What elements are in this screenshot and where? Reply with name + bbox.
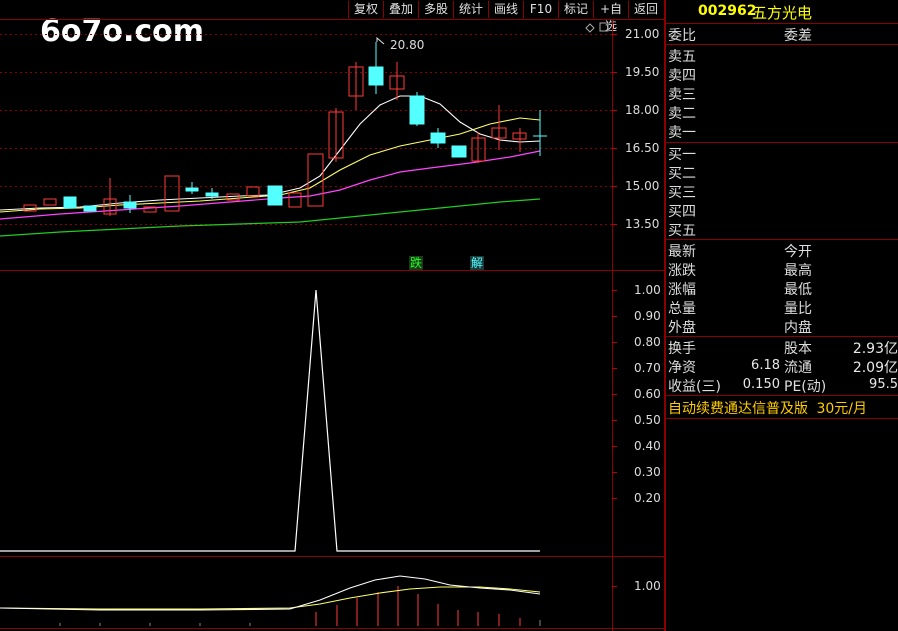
sell-3-label: 卖三 — [668, 87, 696, 103]
signal-jie-label: 解 — [470, 256, 485, 270]
buy-1-label: 买一 — [668, 147, 696, 163]
indicator-y-tick: 0.70 — [634, 361, 661, 375]
y-tick: 19.50 — [625, 65, 660, 79]
diamond-icon — [585, 23, 595, 33]
indicator-y-tick: 0.80 — [634, 335, 661, 349]
stock-code: 002962 — [698, 3, 757, 19]
stat-float-value: 2.09亿 — [852, 360, 898, 376]
high-price-label: 20.80 — [390, 38, 425, 52]
buy-2-label: 买二 — [668, 166, 696, 182]
weicha-label: 委差 — [784, 28, 812, 44]
indicator-y-tick: 0.60 — [634, 387, 661, 401]
stat-eps-value: 0.150 — [742, 377, 780, 392]
stat-eps-label: 收益(三) — [668, 379, 721, 395]
sell-4-label: 卖四 — [668, 68, 696, 84]
buy-5-label: 买五 — [668, 223, 696, 239]
indicator-y-tick: 0.20 — [634, 491, 661, 505]
stat-shares-label: 股本 — [784, 341, 812, 357]
buy-4-label: 买四 — [668, 204, 696, 220]
kline-chart-canvas[interactable] — [0, 0, 664, 631]
indicator-y-tick: 0.50 — [634, 413, 661, 427]
y-tick: 16.50 — [625, 141, 660, 155]
indicator-y-tick: 1.00 — [634, 283, 661, 297]
indicator-y-tick: 0.40 — [634, 439, 661, 453]
stat-pe-label: PE(动) — [784, 379, 827, 395]
sub-yellow-line — [0, 586, 541, 610]
ad-price: 30元/月 — [816, 401, 867, 417]
y-tick: 15.00 — [625, 179, 660, 193]
y-tick: 18.00 — [625, 103, 660, 117]
quote-pct-label: 涨幅 — [668, 282, 696, 298]
quote-volume-label: 总量 — [668, 301, 696, 317]
quote-change-label: 涨跌 — [668, 263, 696, 279]
quote-latest-label: 最新 — [668, 244, 696, 260]
sell-2-label: 卖二 — [668, 106, 696, 122]
quote-low-label: 最低 — [784, 282, 812, 298]
volume-small-bars — [59, 620, 541, 626]
indicator-y-tick: 0.30 — [634, 465, 661, 479]
ad-text: 自动续费通达信普及版 — [668, 401, 808, 417]
quote-inner-label: 内盘 — [784, 320, 812, 336]
quote-panel: 002962 五方光电 委比 委差 卖五 卖四 卖三 卖二 卖一 买一 买二 买… — [664, 0, 898, 631]
stat-nav-value: 6.18 — [751, 358, 780, 373]
high-marker-arrow — [376, 36, 385, 45]
quote-outer-label: 外盘 — [668, 320, 696, 336]
candles — [23, 42, 547, 216]
y-tick: 13.50 — [625, 217, 660, 231]
quote-high-label: 最高 — [784, 263, 812, 279]
stat-turnover-label: 换手 — [668, 341, 696, 357]
buy-3-label: 买三 — [668, 185, 696, 201]
sell-5-label: 卖五 — [668, 49, 696, 65]
quote-open-label: 今开 — [784, 244, 812, 260]
stock-name: 五方光电 — [752, 4, 813, 22]
sell-1-label: 卖一 — [668, 125, 696, 141]
volume-bars — [315, 586, 521, 626]
stat-shares-value: 2.93亿 — [852, 341, 898, 357]
y-tick: 21.00 — [625, 27, 660, 41]
ma-magenta-line — [0, 150, 541, 220]
volume-y-tick: 1.00 — [634, 579, 661, 593]
ad-link[interactable]: 自动续费通达信普及版 30元/月 — [668, 398, 867, 418]
stat-pe-value: 95.5 — [869, 377, 898, 392]
window-icon — [599, 22, 609, 32]
signal-die-label: 跌 — [409, 256, 424, 270]
sub-white-line — [0, 575, 541, 611]
quote-ratio-label: 量比 — [784, 301, 812, 317]
weibi-label: 委比 — [668, 28, 696, 44]
stat-nav-label: 净资 — [668, 360, 696, 376]
indicator-y-tick: 0.90 — [634, 309, 661, 323]
indicator-line — [0, 289, 540, 552]
stat-float-label: 流通 — [784, 360, 812, 376]
